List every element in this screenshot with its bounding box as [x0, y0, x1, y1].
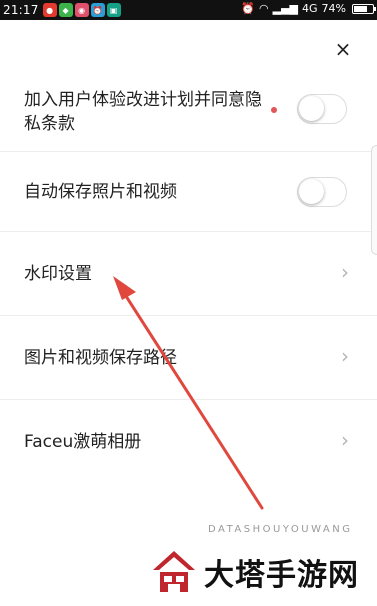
scan-icon: ▣ — [106, 3, 121, 17]
setting-row-album[interactable]: Faceu激萌相册 › — [0, 400, 377, 484]
weibo-icon: ● — [42, 3, 57, 17]
watermark-text: 大塔手游网 — [204, 558, 359, 593]
close-button[interactable]: × — [331, 37, 355, 61]
setting-row-save-path[interactable]: 图片和视频保存路径 › — [0, 316, 377, 400]
notification-dot — [271, 107, 277, 113]
watermark-logo — [153, 551, 195, 592]
setting-label-autosave: 自动保存照片和视频 — [24, 182, 177, 202]
watermark-sub: DATASHOUYOUWANG — [208, 524, 353, 535]
battery-icon — [352, 3, 376, 14]
setting-label-privacy: 加入用户体验改进计划并同意隐私条款 — [24, 90, 262, 134]
privacy-toggle[interactable] — [297, 94, 347, 124]
signal-icon: ▂▄▆ — [272, 2, 299, 15]
battery-tip — [374, 6, 376, 11]
battery-fill — [354, 5, 367, 12]
setting-label-save-path: 图片和视频保存路径 — [24, 348, 177, 368]
setting-label-album: Faceu激萌相册 — [24, 432, 142, 452]
status-app-icons: ● ◆ ◉ ⏰ ▣ — [42, 3, 121, 17]
setting-row-privacy[interactable]: 加入用户体验改进计划并同意隐私条款 — [0, 66, 377, 152]
battery-percent: 74% — [321, 2, 346, 15]
toggle-knob — [299, 96, 324, 121]
setting-label-watermark: 水印设置 — [24, 264, 92, 284]
setting-row-watermark[interactable]: 水印设置 › — [0, 232, 377, 316]
chevron-right-icon: › — [341, 344, 349, 368]
chevron-right-icon: › — [341, 260, 349, 284]
toggle-knob — [299, 179, 324, 204]
setting-row-autosave[interactable]: 自动保存照片和视频 — [0, 152, 377, 232]
status-bar: 21:17 ● ◆ ◉ ⏰ ▣ ⏰ ◠ ▂▄▆ 4G 74% — [0, 0, 377, 20]
chevron-right-icon: › — [341, 428, 349, 452]
network-type: 4G — [302, 2, 318, 15]
clock-icon: ⏰ — [90, 3, 105, 17]
wifi-icon: ◠ — [259, 2, 269, 15]
app-icon: ◉ — [74, 3, 89, 17]
status-time: 21:17 — [3, 3, 39, 17]
status-indicators: ⏰ ◠ ▂▄▆ 4G 74% — [241, 2, 376, 15]
autosave-toggle[interactable] — [297, 177, 347, 207]
wechat-icon: ◆ — [58, 3, 73, 17]
settings-list: 加入用户体验改进计划并同意隐私条款 自动保存照片和视频 水印设置 › 图片和视频… — [0, 66, 377, 484]
alarm-icon: ⏰ — [241, 2, 256, 15]
watermark: 大塔手游网 — [150, 548, 359, 596]
scroll-edge-handle — [371, 145, 377, 255]
